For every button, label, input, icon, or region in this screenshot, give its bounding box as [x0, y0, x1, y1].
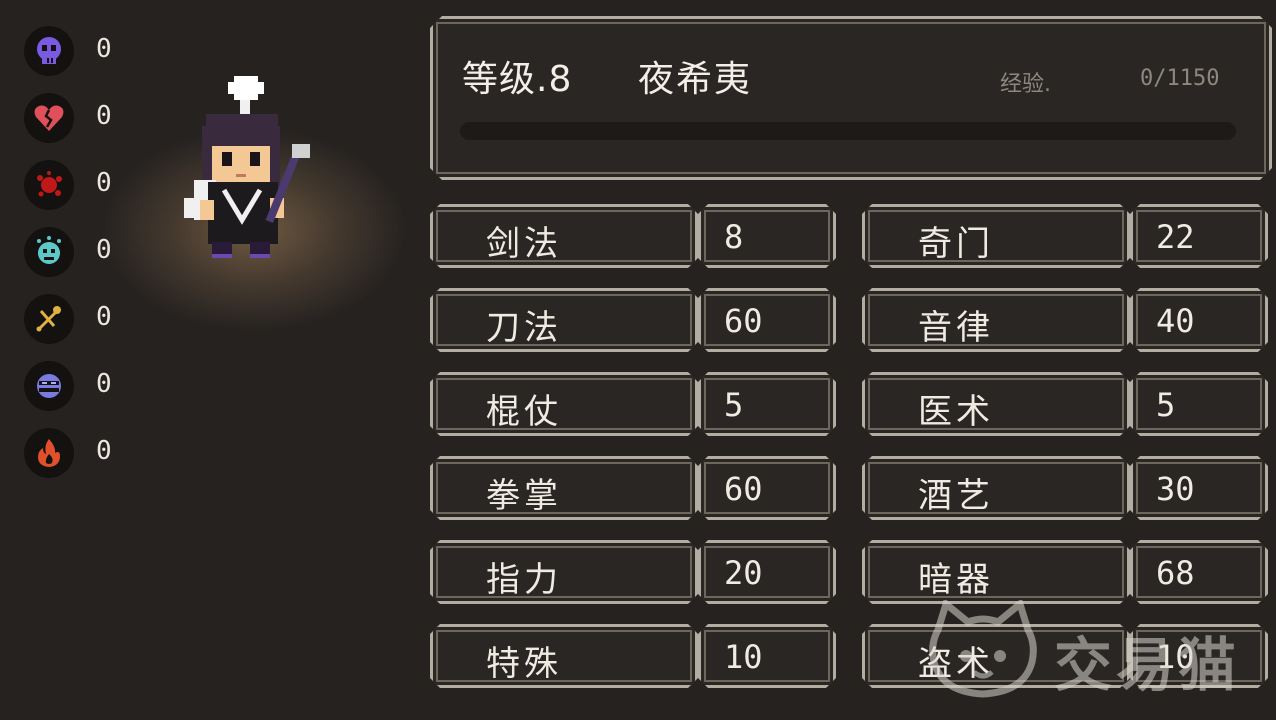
skull-icon: [24, 26, 74, 76]
skill-name: 指力: [486, 560, 562, 600]
status-count-broken-heart: 0: [96, 101, 112, 131]
skill-name-frame: [862, 372, 1130, 436]
skill-value: 60: [724, 470, 763, 508]
skill-name-frame: [430, 540, 698, 604]
skill-name: 剑法: [486, 224, 562, 264]
broken-heart-icon: [24, 93, 74, 143]
skill-name-frame: [862, 288, 1130, 352]
character-portrait: [184, 76, 310, 258]
skill-value-frame: [698, 456, 836, 520]
skill-value-frame: [1130, 540, 1268, 604]
skill-value-frame: [698, 372, 836, 436]
status-row-flame: 0: [24, 428, 124, 480]
skill-special[interactable]: 特殊 10: [430, 624, 836, 688]
status-row-frozen: 0: [24, 361, 124, 413]
exp-progress-bar: [460, 122, 1236, 140]
skill-name: 棍仗: [486, 392, 562, 432]
skill-name: 刀法: [486, 308, 562, 348]
flame-icon: [24, 428, 74, 478]
level-label: 等级.8: [462, 59, 573, 100]
skill-value: 22: [1156, 218, 1195, 256]
skill-value-frame: [698, 288, 836, 352]
skill-value: 10: [724, 638, 763, 676]
skill-value-frame: [698, 540, 836, 604]
skill-value: 30: [1156, 470, 1195, 508]
cat-logo-icon: [929, 600, 1037, 698]
skill-name: 奇门: [918, 224, 994, 264]
skill-value-frame: [1130, 288, 1268, 352]
status-count-frozen: 0: [96, 369, 112, 399]
skill-name-frame: [430, 372, 698, 436]
exp-label: 经验.: [1000, 72, 1051, 97]
skill-value-frame: [698, 204, 836, 268]
skill-value: 20: [724, 554, 763, 592]
skill-value: 8: [724, 218, 744, 256]
skill-value-frame: [1130, 204, 1268, 268]
character-stats-screen: 0 0 0 0 0: [0, 0, 1276, 720]
skill-name-frame: [862, 540, 1130, 604]
skill-value: 68: [1156, 554, 1195, 592]
watermark-text: 交易猫: [1054, 631, 1241, 699]
skill-sword[interactable]: 剑法 8: [430, 204, 836, 268]
skill-name-frame: [430, 624, 698, 688]
skill-hidden-weapon[interactable]: 暗器 68: [862, 540, 1268, 604]
skill-name-frame: [430, 456, 698, 520]
status-row-skull: 0: [24, 26, 124, 78]
skill-value-frame: [1130, 456, 1268, 520]
skill-name: 音律: [918, 308, 994, 348]
skill-name: 医术: [918, 392, 994, 432]
skill-name-frame: [862, 456, 1130, 520]
skill-name-frame: [430, 204, 698, 268]
blood-splat-icon: [24, 160, 74, 210]
skill-name: 特殊: [486, 644, 562, 684]
skill-fist[interactable]: 拳掌 60: [430, 456, 836, 520]
status-count-skull: 0: [96, 34, 112, 64]
skill-name: 暗器: [918, 560, 994, 600]
skill-wine[interactable]: 酒艺 30: [862, 456, 1268, 520]
character-name: 夜希夷: [638, 59, 753, 100]
skill-name: 拳掌: [486, 476, 562, 516]
status-count-flame: 0: [96, 436, 112, 466]
crossed-bones-icon: [24, 294, 74, 344]
skill-name-frame: [430, 288, 698, 352]
skill-value: 40: [1156, 302, 1195, 340]
watermark: 交易猫: [924, 600, 1254, 700]
skill-medicine[interactable]: 医术 5: [862, 372, 1268, 436]
frozen-face-icon: [24, 361, 74, 411]
skill-qimen[interactable]: 奇门 22: [862, 204, 1268, 268]
skill-value-frame: [1130, 372, 1268, 436]
skill-value: 60: [724, 302, 763, 340]
skill-staff[interactable]: 棍仗 5: [430, 372, 836, 436]
skill-name: 酒艺: [918, 476, 994, 516]
skill-value-frame: [698, 624, 836, 688]
dizzy-face-icon: [24, 227, 74, 277]
skill-name-frame: [862, 204, 1130, 268]
skill-blade[interactable]: 刀法 60: [430, 288, 836, 352]
skill-music[interactable]: 音律 40: [862, 288, 1268, 352]
skill-value: 5: [1156, 386, 1176, 424]
exp-value: 0/1150: [1140, 66, 1220, 91]
skill-finger[interactable]: 指力 20: [430, 540, 836, 604]
skill-value: 5: [724, 386, 744, 424]
